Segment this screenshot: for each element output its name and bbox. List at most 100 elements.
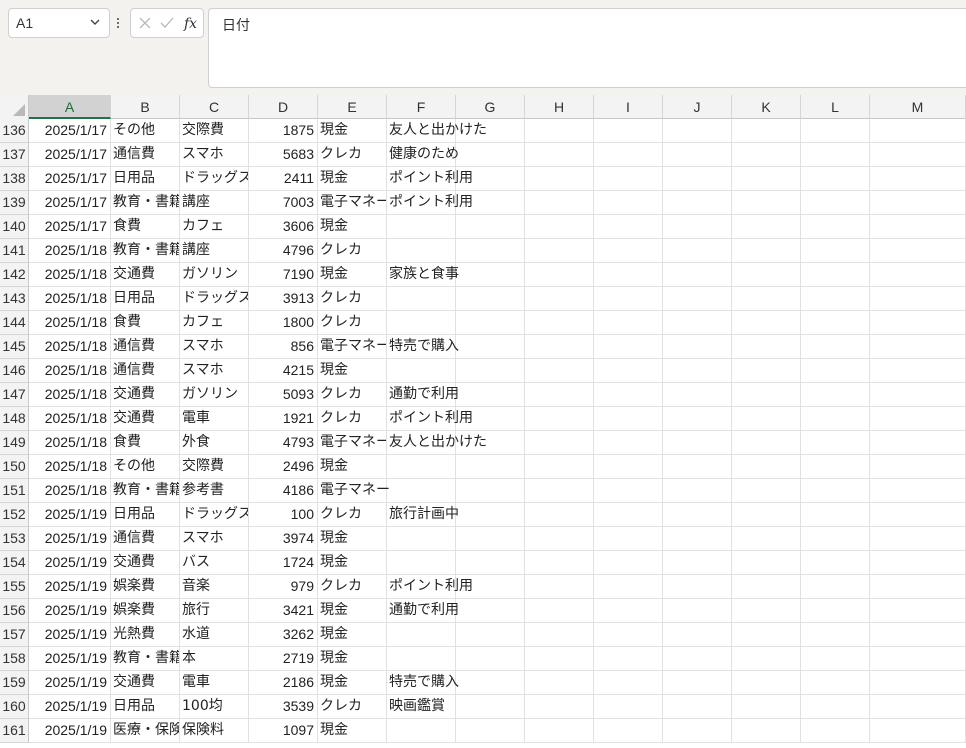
- empty-cell[interactable]: [594, 119, 663, 143]
- empty-cell[interactable]: [594, 575, 663, 599]
- empty-cell[interactable]: [870, 407, 966, 431]
- empty-cell[interactable]: [456, 599, 525, 623]
- amount-cell[interactable]: 856: [249, 335, 318, 359]
- item-cell[interactable]: 本: [180, 647, 249, 671]
- more-options-icon[interactable]: [114, 12, 122, 34]
- date-cell[interactable]: 2025/1/19: [29, 527, 111, 551]
- empty-cell[interactable]: [801, 311, 870, 335]
- empty-cell[interactable]: [732, 191, 801, 215]
- category-cell[interactable]: 交通費: [111, 671, 180, 695]
- empty-cell[interactable]: [801, 575, 870, 599]
- payment-cell[interactable]: クレカ: [318, 311, 387, 335]
- note-cell[interactable]: 映画鑑賞: [387, 695, 456, 719]
- date-cell[interactable]: 2025/1/18: [29, 311, 111, 335]
- row-header[interactable]: 141: [0, 239, 29, 263]
- empty-cell[interactable]: [732, 119, 801, 143]
- cancel-icon[interactable]: [137, 15, 153, 31]
- empty-cell[interactable]: [732, 455, 801, 479]
- spreadsheet-grid[interactable]: ABCDEFGHIJKLM 136 2025/1/17 その他 交際費 1875 現金 友人…: [0, 95, 966, 748]
- empty-cell[interactable]: [870, 383, 966, 407]
- empty-cell[interactable]: [525, 359, 594, 383]
- empty-cell[interactable]: [663, 671, 732, 695]
- amount-cell[interactable]: 2186: [249, 671, 318, 695]
- payment-cell[interactable]: 現金: [318, 263, 387, 287]
- column-header-m[interactable]: M: [870, 95, 966, 119]
- empty-cell[interactable]: [801, 479, 870, 503]
- empty-cell[interactable]: [870, 311, 966, 335]
- row-header[interactable]: 143: [0, 287, 29, 311]
- empty-cell[interactable]: [663, 575, 732, 599]
- empty-cell[interactable]: [525, 695, 594, 719]
- date-cell[interactable]: 2025/1/19: [29, 575, 111, 599]
- empty-cell[interactable]: [801, 191, 870, 215]
- category-cell[interactable]: 通信費: [111, 359, 180, 383]
- empty-cell[interactable]: [663, 647, 732, 671]
- empty-cell[interactable]: [732, 431, 801, 455]
- empty-cell[interactable]: [801, 335, 870, 359]
- amount-cell[interactable]: 1097: [249, 719, 318, 743]
- amount-cell[interactable]: 1724: [249, 551, 318, 575]
- column-header-h[interactable]: H: [525, 95, 594, 119]
- empty-cell[interactable]: [525, 599, 594, 623]
- empty-cell[interactable]: [663, 191, 732, 215]
- column-header-g[interactable]: G: [456, 95, 525, 119]
- empty-cell[interactable]: [594, 167, 663, 191]
- empty-cell[interactable]: [732, 599, 801, 623]
- note-cell[interactable]: 特売で購入: [387, 671, 459, 695]
- note-cell[interactable]: [387, 239, 456, 263]
- empty-cell[interactable]: [456, 215, 525, 239]
- empty-cell[interactable]: [525, 119, 594, 143]
- empty-cell[interactable]: [870, 599, 966, 623]
- note-cell[interactable]: ポイント利用: [387, 167, 473, 191]
- amount-cell[interactable]: 3974: [249, 527, 318, 551]
- empty-cell[interactable]: [525, 383, 594, 407]
- empty-cell[interactable]: [594, 191, 663, 215]
- row-header[interactable]: 150: [0, 455, 29, 479]
- category-cell[interactable]: 日用品: [111, 503, 180, 527]
- empty-cell[interactable]: [525, 263, 594, 287]
- empty-cell[interactable]: [870, 551, 966, 575]
- note-cell[interactable]: [387, 623, 456, 647]
- empty-cell[interactable]: [663, 527, 732, 551]
- empty-cell[interactable]: [732, 287, 801, 311]
- amount-cell[interactable]: 3606: [249, 215, 318, 239]
- empty-cell[interactable]: [801, 215, 870, 239]
- amount-cell[interactable]: 2411: [249, 167, 318, 191]
- empty-cell[interactable]: [456, 455, 525, 479]
- note-cell[interactable]: 旅行計画中: [387, 503, 459, 527]
- date-cell[interactable]: 2025/1/18: [29, 479, 111, 503]
- empty-cell[interactable]: [663, 239, 732, 263]
- empty-cell[interactable]: [594, 527, 663, 551]
- row-header[interactable]: 159: [0, 671, 29, 695]
- note-cell[interactable]: 通勤で利用: [387, 383, 459, 407]
- empty-cell[interactable]: [456, 383, 525, 407]
- payment-cell[interactable]: 現金: [318, 623, 387, 647]
- empty-cell[interactable]: [594, 647, 663, 671]
- empty-cell[interactable]: [732, 167, 801, 191]
- empty-cell[interactable]: [870, 431, 966, 455]
- date-cell[interactable]: 2025/1/18: [29, 239, 111, 263]
- date-cell[interactable]: 2025/1/19: [29, 503, 111, 527]
- empty-cell[interactable]: [870, 191, 966, 215]
- date-cell[interactable]: 2025/1/19: [29, 719, 111, 743]
- item-cell[interactable]: ガソリン: [180, 383, 249, 407]
- amount-cell[interactable]: 2496: [249, 455, 318, 479]
- item-cell[interactable]: スマホ: [180, 527, 249, 551]
- row-header[interactable]: 153: [0, 527, 29, 551]
- empty-cell[interactable]: [594, 335, 663, 359]
- category-cell[interactable]: 教育・書籍: [111, 239, 180, 263]
- item-cell[interactable]: 保険料: [180, 719, 249, 743]
- amount-cell[interactable]: 3539: [249, 695, 318, 719]
- empty-cell[interactable]: [456, 551, 525, 575]
- date-cell[interactable]: 2025/1/19: [29, 647, 111, 671]
- empty-cell[interactable]: [456, 287, 525, 311]
- empty-cell[interactable]: [801, 695, 870, 719]
- empty-cell[interactable]: [663, 431, 732, 455]
- item-cell[interactable]: 参考書: [180, 479, 249, 503]
- empty-cell[interactable]: [663, 719, 732, 743]
- category-cell[interactable]: 娯楽費: [111, 575, 180, 599]
- amount-cell[interactable]: 3421: [249, 599, 318, 623]
- check-icon[interactable]: [159, 15, 175, 31]
- item-cell[interactable]: 外食: [180, 431, 249, 455]
- empty-cell[interactable]: [870, 215, 966, 239]
